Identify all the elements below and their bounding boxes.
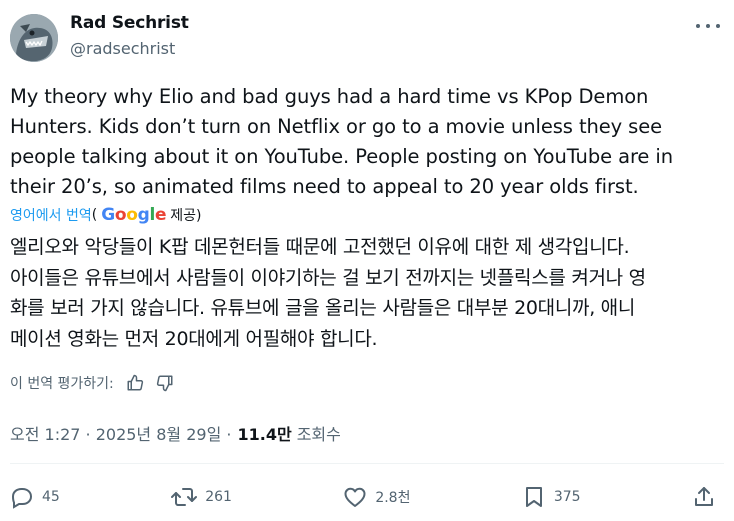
like-count: 2.8천 bbox=[375, 490, 411, 506]
repost-icon bbox=[171, 488, 198, 506]
translate-paren: ( bbox=[91, 207, 98, 223]
share-icon bbox=[694, 487, 713, 506]
reply-button[interactable]: 45 bbox=[10, 485, 60, 509]
divider bbox=[10, 463, 724, 464]
more-dot bbox=[706, 24, 710, 28]
share-button[interactable] bbox=[692, 485, 724, 509]
timestamp[interactable]: 오전 1:27 · 2025년 8월 29일 · bbox=[10, 421, 231, 445]
action-bar: 45 261 2.8천 375 bbox=[10, 480, 724, 514]
post-text: My theory why Elio and bad guys had a ha… bbox=[10, 85, 673, 198]
bookmark-icon bbox=[525, 487, 542, 507]
thumbs-down-icon[interactable] bbox=[156, 374, 174, 392]
author-name[interactable]: Rad Sechrist bbox=[70, 13, 189, 33]
like-button[interactable]: 2.8천 bbox=[343, 485, 410, 509]
views-count: 11.4만 bbox=[237, 425, 292, 444]
bookmark-count: 375 bbox=[553, 489, 581, 505]
translate-link[interactable]: 영어에서 번역 bbox=[10, 205, 92, 225]
thumbs-up-icon[interactable] bbox=[126, 374, 144, 392]
translate-provider: 제공) bbox=[170, 208, 202, 224]
post-meta: 오전 1:27 · 2025년 8월 29일 · 11.4만 조회수 bbox=[10, 421, 341, 445]
rate-translation: 이 번역 평가하기: bbox=[10, 373, 174, 393]
repost-count: 261 bbox=[205, 489, 232, 505]
reply-count: 45 bbox=[42, 489, 60, 505]
reply-icon bbox=[11, 488, 33, 509]
google-logo: Google bbox=[101, 205, 167, 225]
more-icon[interactable] bbox=[696, 16, 720, 36]
rate-label: 이 번역 평가하기: bbox=[10, 376, 114, 392]
more-dot bbox=[716, 24, 720, 28]
like-icon bbox=[344, 487, 366, 507]
avatar-image bbox=[10, 14, 58, 62]
views-label: 조회수 bbox=[296, 425, 341, 444]
translation-attribution: 영어에서 번역 ( Google 제공) bbox=[10, 205, 202, 225]
author-handle[interactable]: @radsechrist bbox=[70, 39, 175, 58]
avatar[interactable] bbox=[10, 14, 58, 62]
repost-button[interactable]: 261 bbox=[171, 485, 232, 509]
bookmark-button[interactable]: 375 bbox=[522, 485, 581, 509]
more-dot bbox=[696, 24, 700, 28]
translated-text: 엘리오와 악당들이 K팝 데몬헌터들 때문에 고전했던 이유에 대한 제 생각입… bbox=[10, 236, 646, 350]
